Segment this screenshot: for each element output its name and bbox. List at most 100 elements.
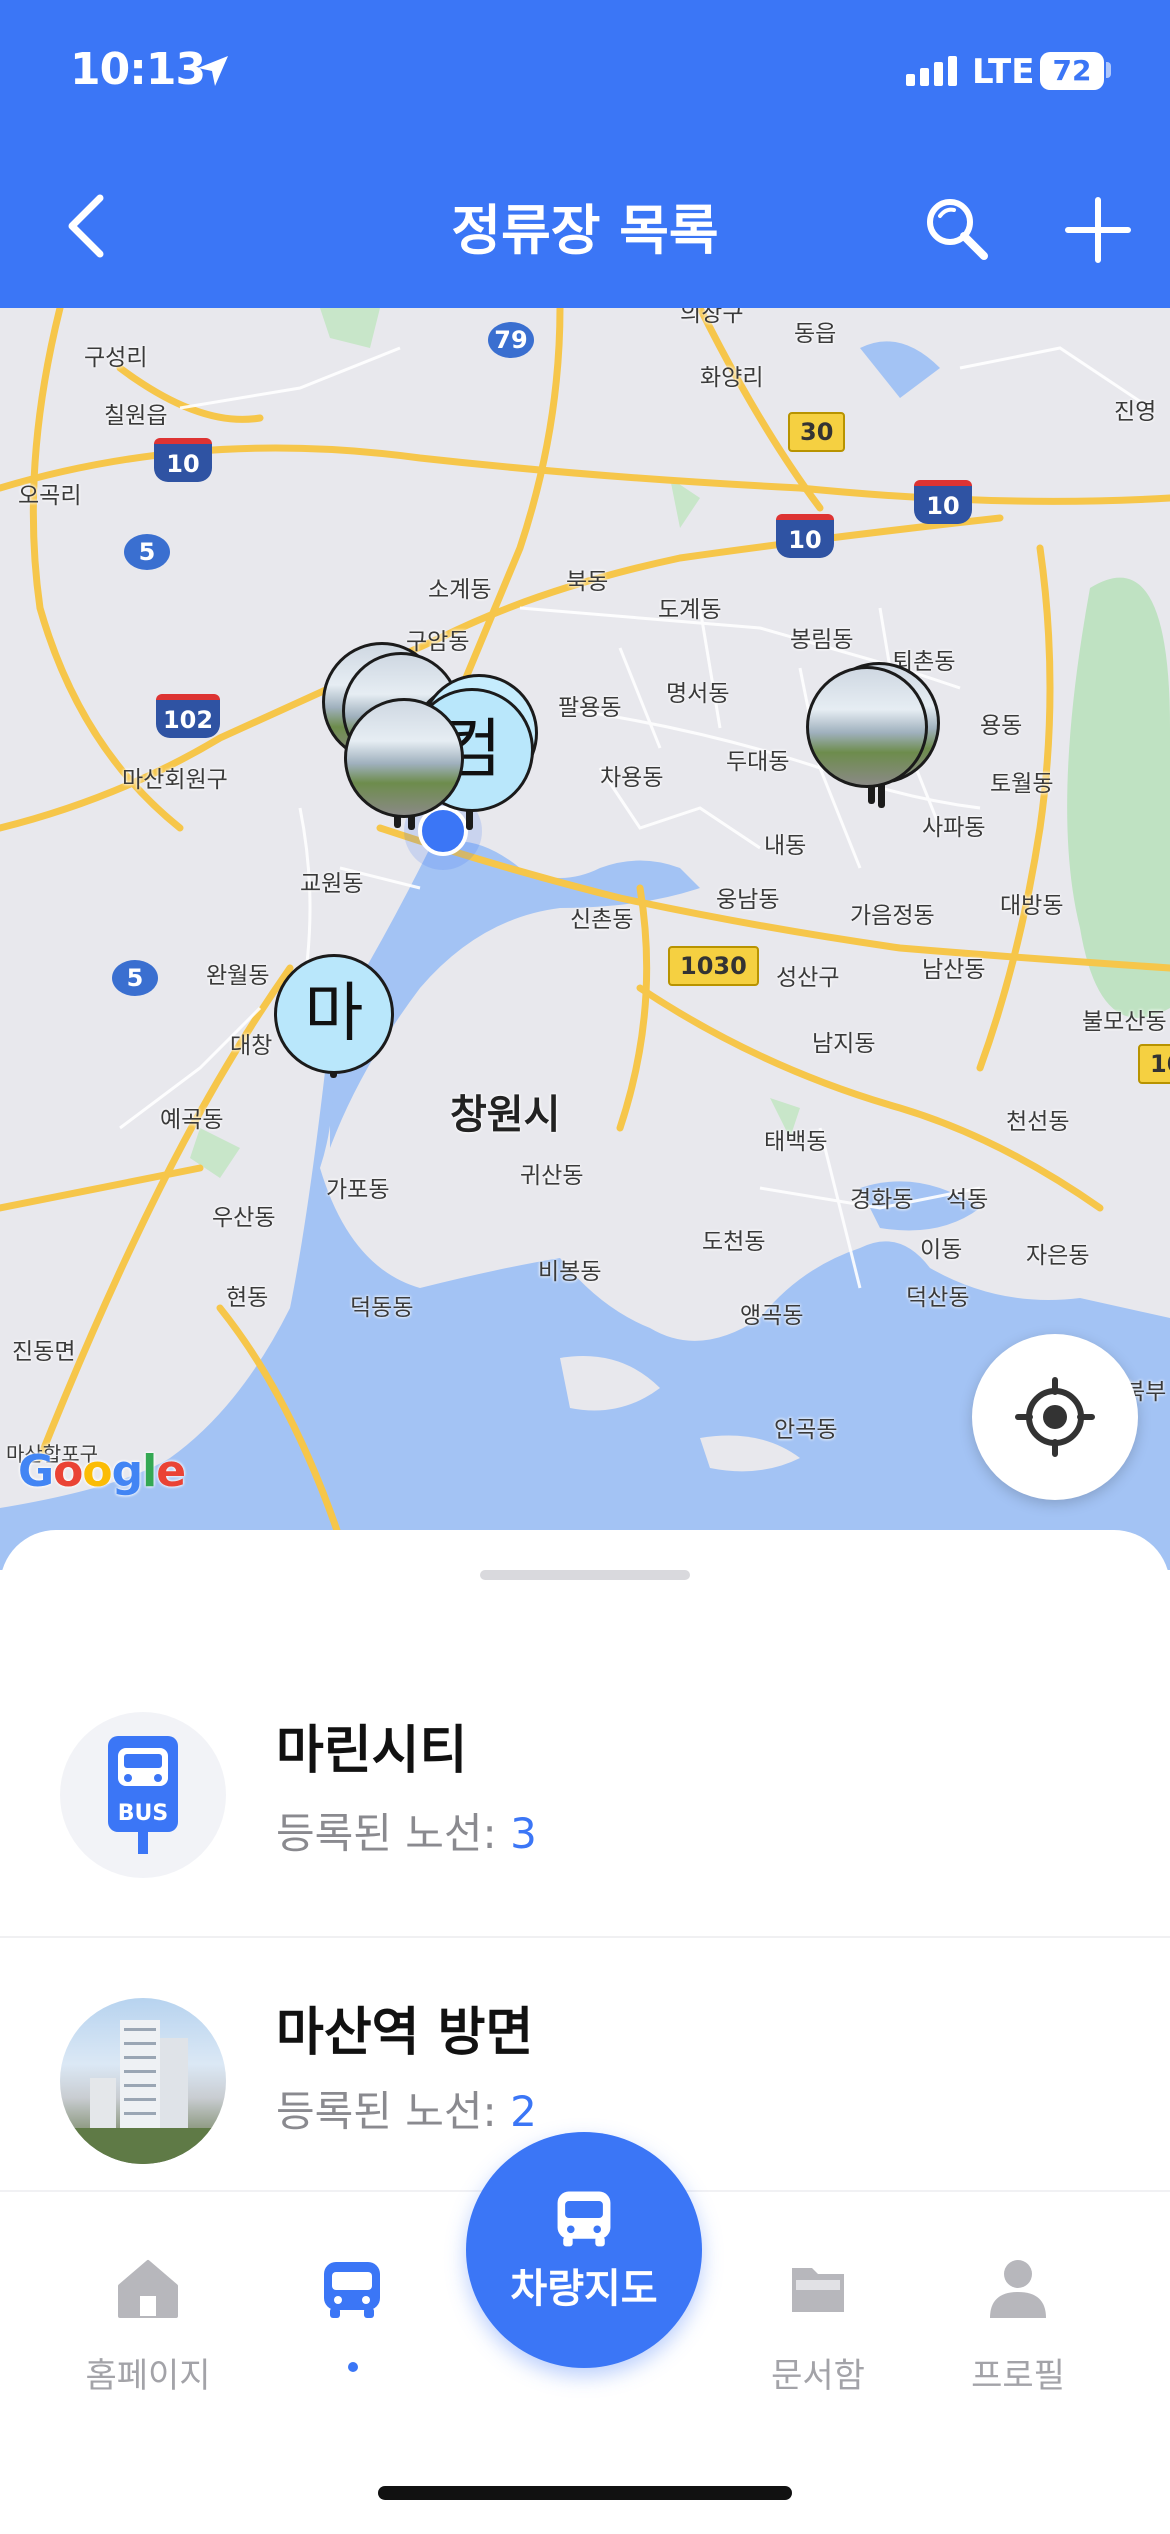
map-label: 마산회원구 (122, 767, 228, 793)
google-logo: Google (18, 1446, 186, 1497)
map-pin-label[interactable]: 마 (274, 954, 394, 1074)
map-label: 사파동 (922, 815, 986, 841)
routes-count: 3 (510, 1809, 537, 1858)
map-label: 이동 (920, 1237, 963, 1263)
map-label: 두대동 (726, 749, 790, 775)
vehicle-map-label: 차량지도 (510, 2266, 658, 2312)
active-tab-indicator (348, 2362, 358, 2372)
routes-label: 등록된 노선: (276, 2087, 497, 2136)
map-label: 용동 (980, 713, 1023, 739)
location-arrow-icon (198, 56, 228, 86)
routes-count: 2 (510, 2087, 537, 2136)
map-label: 안곡동 (774, 1417, 838, 1443)
map-label: 남산동 (922, 957, 986, 983)
map-label: 진영 (1114, 399, 1157, 425)
route-shield: 10 (154, 438, 212, 482)
map-label: 토월동 (990, 771, 1054, 797)
map-label: 가포동 (326, 1177, 390, 1203)
folder-icon (792, 2268, 844, 2312)
map-label: 명서동 (666, 681, 730, 707)
tab-label: 프로필 (971, 2356, 1065, 2396)
map-label: 석동 (946, 1187, 989, 1213)
bus-stop-sign-icon: BUS (60, 1712, 226, 1878)
bus-stop-sign-graphic: BUS (108, 1736, 178, 1854)
map-label: 비봉동 (538, 1259, 602, 1285)
map-label: 대방동 (1000, 893, 1064, 919)
divider (0, 1936, 1170, 1938)
map-label: 덕동동 (350, 1295, 414, 1321)
route-shield: 5 (112, 960, 158, 996)
pin-label-text: 마 (304, 977, 364, 1051)
status-time: 10:13 (70, 44, 206, 95)
home-icon (118, 2260, 178, 2318)
plus-icon[interactable] (1058, 190, 1138, 270)
map-label: 화양리 (700, 365, 764, 391)
map-label: 도천동 (702, 1229, 766, 1255)
map-label: 팔용동 (558, 695, 622, 721)
city-label: 창원시 (450, 1092, 561, 1138)
routes-label: 등록된 노선: (276, 1809, 497, 1858)
map-label: 자은동 (1026, 1243, 1090, 1269)
map-label: 차용동 (600, 765, 664, 791)
map-label: 예곡동 (160, 1107, 224, 1133)
bus-sign-text: BUS (118, 1801, 168, 1826)
route-shield: 10 (914, 480, 972, 524)
map-label: 진동면 (12, 1339, 76, 1365)
map-label: 의창구 (680, 308, 744, 327)
map-label: 봉림동 (790, 627, 854, 653)
tab-inbox[interactable]: 문서함 (718, 2192, 918, 2412)
vehicle-map-button[interactable]: 차량지도 (466, 2132, 702, 2368)
apartment-photo (60, 1998, 226, 2164)
map-label: 내동 (764, 833, 807, 859)
map-label: 불모산동 (1082, 1009, 1167, 1035)
map-label: 동읍 (794, 321, 837, 347)
route-shield: 30 (788, 412, 846, 452)
tab-label: 문서함 (771, 2356, 865, 2396)
map-label: 가음정동 (850, 903, 935, 929)
map-pin-photo[interactable] (806, 666, 928, 788)
home-indicator (378, 2486, 792, 2500)
map-label: 칠원읍 (104, 403, 168, 429)
map-label: 완월동 (206, 963, 270, 989)
stop-name: 마산역 방면 (276, 2003, 534, 2063)
map-label: 천선동 (1006, 1109, 1070, 1135)
route-shield: 10 (776, 514, 834, 558)
map-label: 웅남동 (716, 887, 780, 913)
bus-icon (324, 2262, 380, 2318)
list-item[interactable]: BUS 마린시티 등록된 노선: 3 (0, 1700, 1170, 1936)
map-label: 신촌동 (570, 907, 634, 933)
map-label: 덕산동 (906, 1285, 970, 1311)
route-shield: 1030 (668, 946, 759, 986)
stop-routes: 등록된 노선: 3 (276, 1800, 537, 1861)
map-label: 대창 (230, 1033, 273, 1059)
search-icon[interactable] (918, 190, 998, 270)
map-label: 구성리 (84, 345, 148, 371)
stop-routes: 등록된 노선: 2 (276, 2078, 537, 2139)
tab-stops[interactable] (252, 2192, 452, 2412)
sheet-handle[interactable] (480, 1570, 690, 1580)
map-label: 도계동 (658, 597, 722, 623)
signal-icon (906, 56, 957, 86)
map-label: 오곡리 (18, 483, 82, 509)
locate-me-button[interactable] (972, 1334, 1138, 1500)
tab-home[interactable]: 홈페이지 (48, 2192, 248, 2412)
map-label: 북동 (566, 569, 609, 595)
map-label: 성산구 (776, 965, 840, 991)
route-shield: 79 (488, 322, 534, 358)
map-label: 태백동 (764, 1129, 828, 1155)
map-label: 앵곡동 (740, 1303, 804, 1329)
battery-icon: 72 (1040, 52, 1104, 90)
network-type: LTE (972, 52, 1035, 92)
tab-profile[interactable]: 프로필 (918, 2192, 1118, 2412)
crosshair-icon (1015, 1377, 1095, 1457)
map-label: 남지동 (812, 1031, 876, 1057)
map-label: 소계동 (428, 577, 492, 603)
map-label: 현동 (226, 1285, 269, 1311)
route-shield: 102 (156, 694, 220, 738)
map-label: 구암동 (406, 629, 470, 655)
tab-label: 홈페이지 (85, 2356, 211, 2396)
map-label: 귀산동 (520, 1163, 584, 1189)
map-pin-photo[interactable] (344, 698, 464, 818)
map-view[interactable]: 구성리 칠원읍 오곡리 의창구 동읍 화양리 진영 소계동 북동 도계동 구암동… (0, 308, 1170, 1570)
apartment-graphic (60, 2020, 226, 2164)
